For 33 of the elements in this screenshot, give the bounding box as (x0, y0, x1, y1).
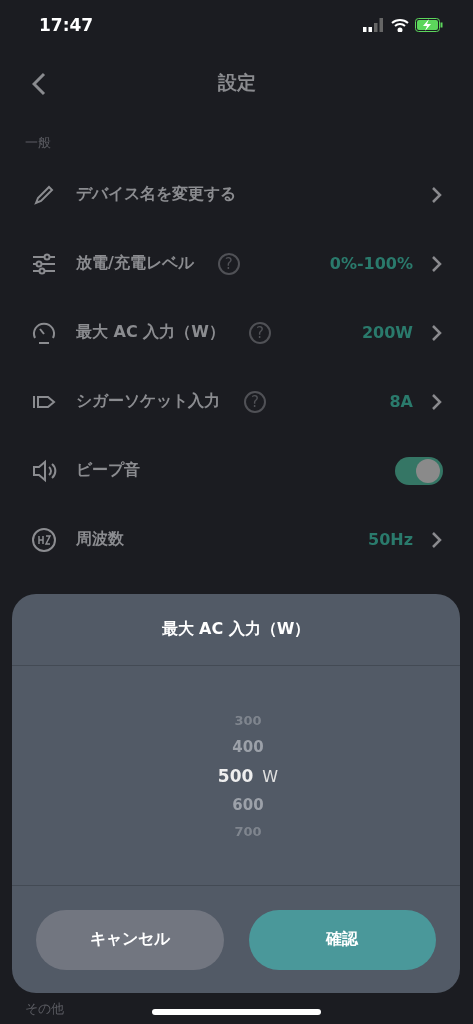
setting-value: 0%-100% (329, 254, 413, 273)
cancel-button[interactable]: キャンセル (36, 909, 224, 970)
setting-label: ビープ音 (76, 460, 140, 481)
chevron-right-icon (431, 254, 443, 273)
setting-label: 最大 AC 入力（W） (76, 322, 225, 343)
setting-label: シガーソケット入力 (76, 391, 220, 412)
signal-icon (363, 18, 385, 32)
help-icon[interactable]: ? (248, 321, 271, 344)
picker-option[interactable]: 500 (217, 765, 254, 786)
picker-option[interactable]: 600 (232, 795, 264, 814)
help-icon[interactable]: ? (217, 252, 240, 275)
page-title: 設定 (217, 69, 256, 95)
unit-label: W (262, 766, 279, 786)
section-title: その他 (25, 1000, 64, 1018)
setting-value: 200W (361, 323, 413, 342)
picker-option[interactable]: 400 (232, 737, 264, 756)
back-icon[interactable] (32, 72, 46, 96)
sheet-title: 最大 AC 入力（W） (161, 619, 311, 640)
chevron-right-icon (431, 392, 443, 411)
setting-label: 周波数 (76, 529, 124, 550)
help-icon[interactable]: ? (244, 390, 266, 413)
setting-value: 50Hz (368, 530, 413, 549)
setting-label: 放電/充電レベル (76, 253, 194, 274)
wifi-icon (391, 18, 409, 32)
status-time: 17:47 (39, 15, 94, 35)
chevron-right-icon (431, 323, 443, 342)
confirm-button[interactable]: 確認 (248, 909, 436, 970)
toggle-switch[interactable] (395, 456, 443, 485)
hz-icon (30, 525, 58, 554)
setting-value: 8A (389, 392, 413, 411)
chevron-right-icon (431, 185, 443, 204)
chevron-right-icon (431, 530, 443, 549)
setting-label: デバイス名を変更する (76, 184, 236, 205)
